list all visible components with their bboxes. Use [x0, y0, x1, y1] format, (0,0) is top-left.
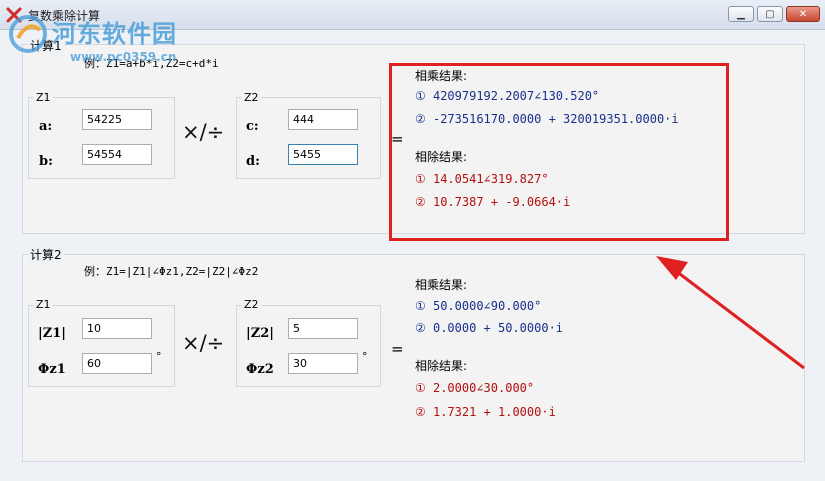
annotation-arrow-icon — [656, 256, 805, 370]
